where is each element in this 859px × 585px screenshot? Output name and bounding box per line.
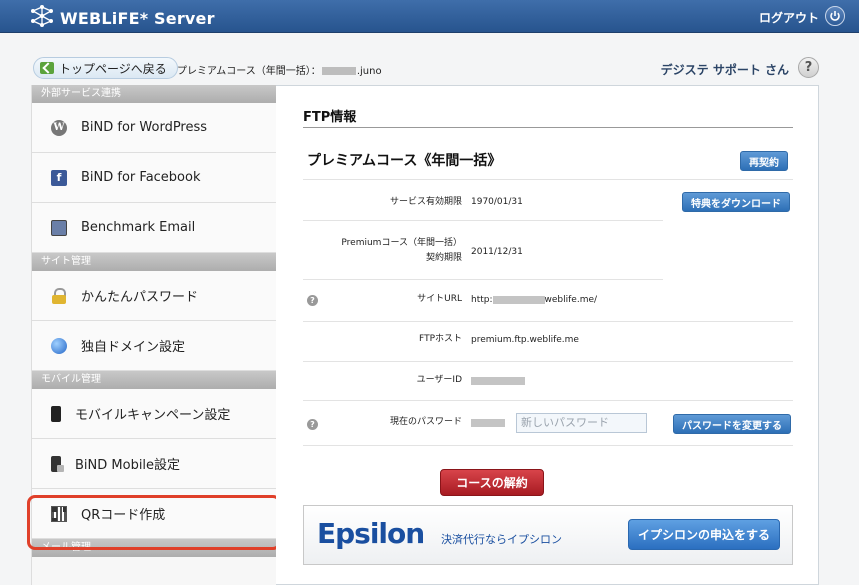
account-suffix: .juno [356, 66, 382, 77]
sidebar: 外部サービス連携 W BiND for WordPress f BiND for… [31, 85, 277, 585]
power-icon[interactable] [825, 6, 845, 26]
section-mail-management: メール管理 [32, 539, 276, 557]
sidebar-item-label: QRコード作成 [81, 508, 166, 523]
app-logo[interactable]: WEBLiFE* Server [30, 5, 215, 31]
sidebar-item-easy-password[interactable]: かんたんパスワード [32, 271, 276, 321]
app-title: WEBLiFE* Server [60, 8, 215, 28]
sidebar-item-bind-for-facebook[interactable]: f BiND for Facebook [32, 153, 276, 203]
ftp-host-value: premium.ftp.weblife.me [471, 335, 579, 345]
title-divider [303, 127, 793, 128]
masked-user-id [471, 376, 525, 385]
sidebar-item-label: BiND for Facebook [81, 170, 201, 185]
contract-value: 2011/12/31 [471, 247, 523, 257]
new-password-input[interactable]: 新しいパスワード [516, 413, 647, 433]
section-external-services: 外部サービス連携 [32, 85, 276, 103]
masked-account [321, 67, 356, 75]
logout-link[interactable]: ログアウト [759, 9, 819, 26]
current-password-label: 現在のパスワード [389, 417, 462, 427]
home-arrow-icon [40, 62, 54, 74]
globe-icon [51, 337, 67, 354]
epsilon-logo: Epsilon [317, 517, 425, 550]
lock-icon [51, 287, 67, 304]
epsilon-tagline: 決済代行ならイプシロン [441, 533, 562, 546]
sidebar-item-label: 独自ドメイン設定 [81, 340, 186, 355]
sidebar-item-label: かんたんパスワード [81, 290, 199, 305]
back-to-top-label: トップページへ戻る [59, 61, 167, 76]
back-to-top-button[interactable]: トップページへ戻る [33, 57, 178, 79]
renew-button[interactable]: 再契約 [740, 151, 788, 171]
row-divider [303, 179, 793, 180]
change-password-button[interactable]: パスワードを変更する [673, 414, 791, 434]
service-expiry-label: サービス有効期限 [389, 197, 462, 207]
site-url-help-icon[interactable]: ? [307, 295, 318, 306]
password-help-icon[interactable]: ? [307, 419, 318, 430]
sidebar-item-bind-mobile[interactable]: BiND Mobile設定 [32, 439, 276, 489]
course-title: プレミアムコース《年間一括》 [307, 153, 502, 169]
row-divider [303, 220, 663, 221]
sidebar-item-benchmark-email[interactable]: Benchmark Email [32, 203, 276, 253]
sidebar-item-qr-code[interactable]: QRコード作成 [32, 489, 276, 539]
sidebar-item-label: BiND for WordPress [81, 120, 208, 135]
network-logo-icon [30, 5, 54, 31]
breadcrumb: トップページへ戻る プレミアムコース（年間一括）： .juno デジステ サポート… [0, 54, 859, 82]
facebook-icon: f [51, 169, 67, 186]
current-password-value [471, 418, 505, 428]
row-divider [303, 321, 793, 322]
benchmark-email-icon [51, 219, 67, 236]
mobile-phone-icon [51, 405, 61, 422]
download-bonus-button[interactable]: 特典をダウンロード [682, 192, 790, 212]
help-icon[interactable]: ? [798, 57, 819, 78]
masked-subdomain [492, 295, 545, 304]
sidebar-item-mobile-campaign[interactable]: モバイルキャンペーン設定 [32, 389, 276, 439]
contract-label-line-2: 契約期限 [425, 253, 462, 263]
qr-code-icon [51, 505, 67, 522]
site-url-suffix: weblife.me/ [544, 295, 598, 305]
service-expiry-value: 1970/01/31 [471, 197, 523, 207]
sidebar-item-custom-domain[interactable]: 独自ドメイン設定 [32, 321, 276, 371]
bind-mobile-icon [51, 455, 64, 472]
user-name: デジステ サポート さん [660, 63, 789, 77]
course-prefix: プレミアムコース（年間一括）： [177, 66, 321, 77]
main-panel: FTP情報 プレミアムコース《年間一括》 再契約 サービス有効期限 1970/0… [276, 85, 819, 585]
section-site-management: サイト管理 [32, 253, 276, 271]
sidebar-item-label: BiND Mobile設定 [75, 458, 181, 473]
sidebar-item-label: モバイルキャンペーン設定 [75, 408, 231, 423]
row-divider [303, 445, 793, 446]
site-url-label: サイトURL [417, 294, 462, 304]
epsilon-banner: Epsilon 決済代行ならイプシロン イプシロンの申込をする [303, 505, 793, 565]
contract-label: Premiumコース（年間一括） 契約期限 [341, 236, 462, 266]
masked-password [471, 418, 505, 427]
section-mobile-management: モバイル管理 [32, 371, 276, 389]
user-id-label: ユーザーID [416, 375, 462, 385]
row-divider [303, 361, 793, 362]
contract-label-line-1: Premiumコース（年間一括） [341, 238, 462, 248]
ftp-host-label: FTPホスト [419, 334, 462, 344]
site-url-value: http: weblife.me/ [471, 295, 597, 305]
sidebar-item-bind-for-wordpress[interactable]: W BiND for WordPress [32, 103, 276, 153]
course-account-info: プレミアムコース（年間一括）： .juno [177, 62, 382, 77]
row-divider [303, 279, 663, 280]
site-url-prefix: http: [471, 295, 493, 305]
user-id-value [471, 376, 525, 386]
top-bar: WEBLiFE* Server ログアウト [0, 0, 859, 33]
wordpress-icon: W [51, 119, 67, 136]
cancel-course-button[interactable]: コースの解約 [440, 469, 544, 496]
epsilon-apply-button[interactable]: イプシロンの申込をする [628, 519, 780, 550]
page-title: FTP情報 [303, 110, 357, 125]
sidebar-item-label: Benchmark Email [81, 220, 196, 235]
row-divider [303, 400, 793, 401]
